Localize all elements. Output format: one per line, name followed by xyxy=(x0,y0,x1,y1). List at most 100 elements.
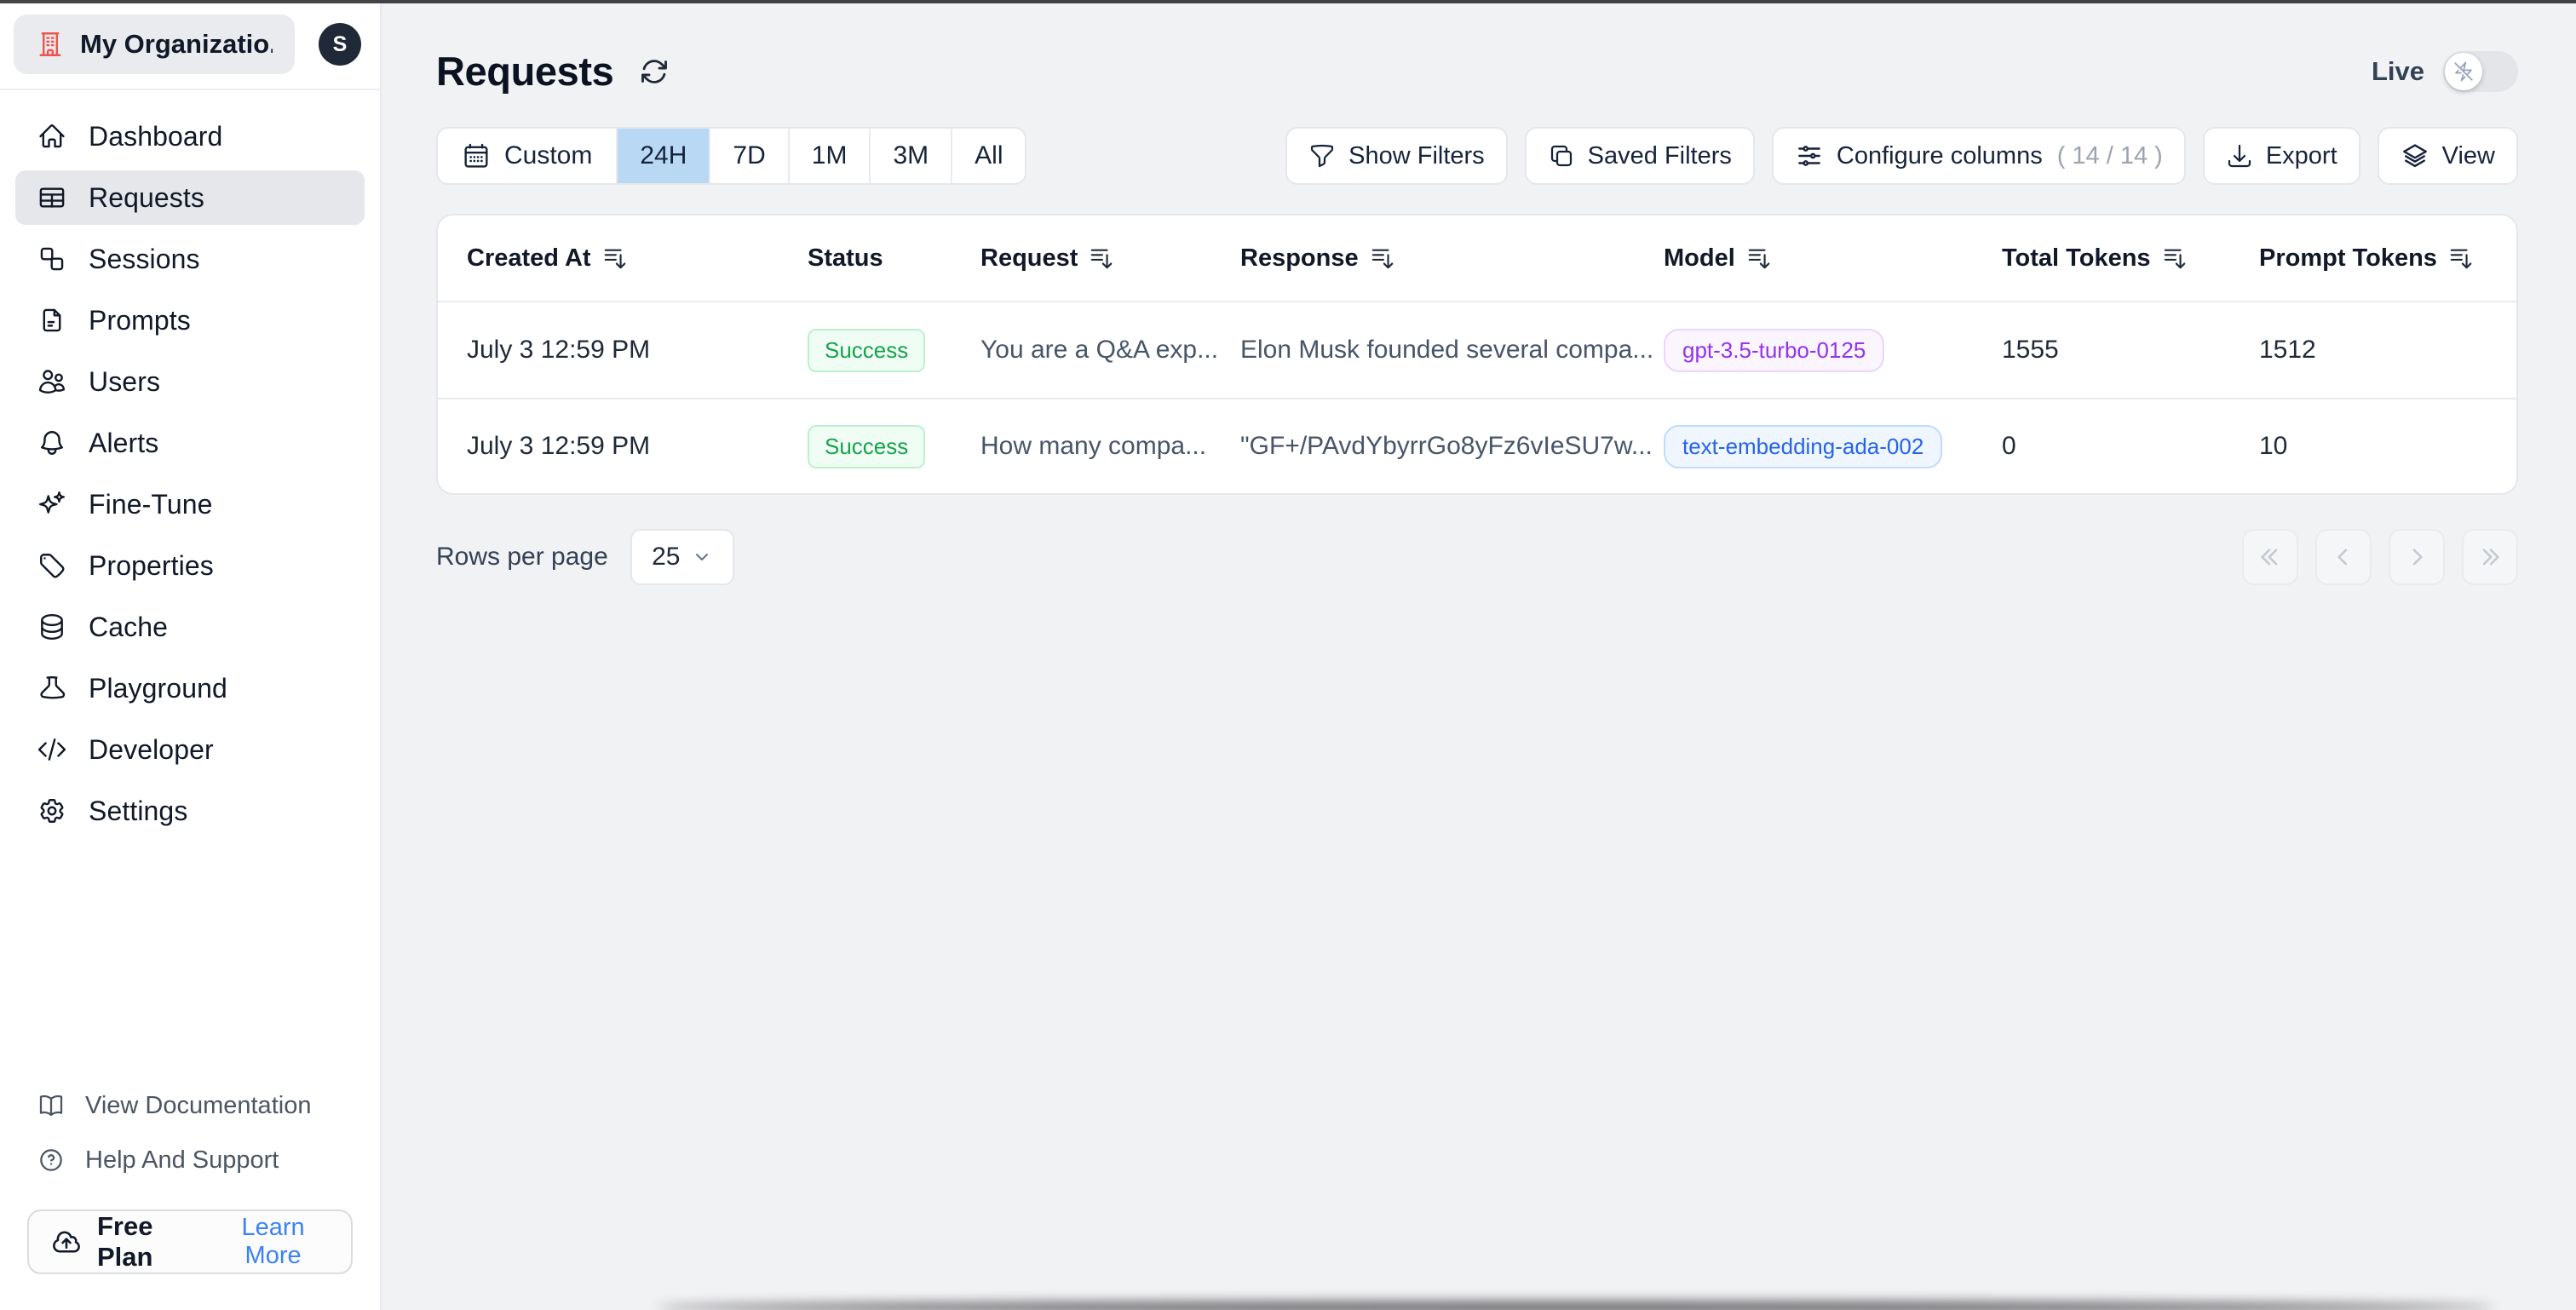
app-window: My Organizatio... S Dashboard Requests S… xyxy=(0,0,2576,1310)
document-icon xyxy=(37,306,66,335)
refresh-button[interactable] xyxy=(639,56,670,87)
live-label: Live xyxy=(2371,55,2424,86)
export-label: Export xyxy=(2265,141,2337,169)
sidebar-item-playground[interactable]: Playground xyxy=(15,661,365,715)
sidebar-item-settings[interactable]: Settings xyxy=(15,784,365,838)
configure-columns-button[interactable]: Configure columns ( 14 / 14 ) xyxy=(1771,127,2186,185)
live-toggle[interactable] xyxy=(2443,50,2518,92)
time-range-all[interactable]: All xyxy=(951,129,1025,183)
sort-icon xyxy=(1370,245,1395,271)
sidebar-item-cache[interactable]: Cache xyxy=(15,600,365,654)
cell-status: Success xyxy=(808,424,980,468)
question-circle-icon xyxy=(37,1146,65,1174)
org-selector[interactable]: My Organizatio... xyxy=(14,14,295,74)
sessions-icon xyxy=(37,244,66,273)
column-label: Prompt Tokens xyxy=(2259,244,2437,272)
export-button[interactable]: Export xyxy=(2202,127,2360,185)
sort-icon xyxy=(1746,245,1772,271)
window-top-edge xyxy=(0,0,2576,3)
view-documentation-link[interactable]: View Documentation xyxy=(15,1078,365,1133)
sidebar-item-label: Cache xyxy=(89,611,168,642)
sidebar-item-fine-tune[interactable]: Fine-Tune xyxy=(15,477,365,531)
time-range-24h[interactable]: 24H xyxy=(616,129,710,183)
column-header-created-at[interactable]: Created At xyxy=(467,244,808,273)
column-header-status[interactable]: Status xyxy=(808,244,980,273)
sidebar-item-developer[interactable]: Developer xyxy=(15,722,365,777)
time-range-custom[interactable]: Custom xyxy=(438,129,616,183)
home-icon xyxy=(37,122,66,151)
sort-icon xyxy=(602,245,628,271)
live-toggle-group: Live xyxy=(2371,50,2518,92)
saved-filters-label: Saved Filters xyxy=(1587,141,1732,169)
table-row[interactable]: July 3 12:59 PM Success How many compa..… xyxy=(438,398,2516,493)
cell-response: "GF+/PAvdYbyrrGo8yFz6vIeSU7w... xyxy=(1240,432,1653,460)
sparkles-icon xyxy=(37,490,66,519)
chevron-double-right-icon xyxy=(2478,545,2502,569)
sidebar-item-alerts[interactable]: Alerts xyxy=(15,416,365,470)
previous-page-button[interactable] xyxy=(2315,529,2372,585)
column-label: Model xyxy=(1664,244,1735,272)
sidebar-item-prompts[interactable]: Prompts xyxy=(15,293,365,348)
chevron-down-icon xyxy=(692,547,712,567)
column-header-model[interactable]: Model xyxy=(1664,244,2002,273)
column-header-prompt-tokens[interactable]: Prompt Tokens xyxy=(2259,244,2516,273)
footer-link-label: Help And Support xyxy=(85,1146,279,1174)
sidebar-item-properties[interactable]: Properties xyxy=(15,538,365,593)
first-page-button[interactable] xyxy=(2242,529,2298,585)
last-page-button[interactable] xyxy=(2462,529,2518,585)
square-stack-icon xyxy=(1548,142,1575,169)
time-range-7d[interactable]: 7D xyxy=(709,129,787,183)
next-page-button[interactable] xyxy=(2389,529,2445,585)
column-header-request[interactable]: Request xyxy=(980,244,1240,273)
sidebar: My Organizatio... S Dashboard Requests S… xyxy=(0,0,382,1310)
model-badge: text-embedding-ada-002 xyxy=(1664,424,1943,468)
sidebar-item-label: Playground xyxy=(89,672,227,704)
chevron-double-left-icon xyxy=(2258,545,2282,569)
avatar[interactable]: S xyxy=(319,23,361,66)
configure-columns-count: ( 14 / 14 ) xyxy=(2056,141,2163,169)
column-label: Response xyxy=(1240,244,1359,272)
pagination-controls xyxy=(2242,529,2518,585)
toolbar: Custom 24H 7D 1M 3M All Show Filters Sav… xyxy=(436,127,2518,185)
requests-table: Created At Status Request Response Model xyxy=(436,214,2518,495)
column-header-response[interactable]: Response xyxy=(1240,244,1664,273)
column-label: Created At xyxy=(467,244,591,272)
sidebar-item-users[interactable]: Users xyxy=(15,354,365,409)
view-label: View xyxy=(2441,141,2495,169)
column-header-total-tokens[interactable]: Total Tokens xyxy=(2002,244,2259,273)
show-filters-label: Show Filters xyxy=(1348,141,1485,169)
sidebar-item-dashboard[interactable]: Dashboard xyxy=(15,109,365,164)
cell-prompt-tokens: 1512 xyxy=(2259,336,2316,364)
time-range-3m[interactable]: 3M xyxy=(869,129,951,183)
sidebar-item-sessions[interactable]: Sessions xyxy=(15,232,365,286)
show-filters-button[interactable]: Show Filters xyxy=(1285,127,1508,185)
status-badge: Success xyxy=(808,424,926,468)
cell-model: gpt-3.5-turbo-0125 xyxy=(1664,328,2002,372)
view-button[interactable]: View xyxy=(2377,127,2518,185)
help-and-support-link[interactable]: Help And Support xyxy=(15,1133,365,1187)
cell-request: How many compa... xyxy=(980,432,1207,460)
rows-per-page-select[interactable]: 25 xyxy=(630,529,734,585)
sidebar-item-requests[interactable]: Requests xyxy=(15,170,365,225)
table-row[interactable]: July 3 12:59 PM Success You are a Q&A ex… xyxy=(438,302,2516,398)
rows-per-page-value: 25 xyxy=(652,543,681,571)
time-range-1m[interactable]: 1M xyxy=(787,129,870,183)
learn-more-link[interactable]: Learn More xyxy=(217,1214,329,1270)
cell-request: You are a Q&A exp... xyxy=(980,336,1219,364)
page-header: Requests Live xyxy=(436,48,2518,95)
code-icon xyxy=(37,735,66,764)
cell-total-tokens: 1555 xyxy=(2002,336,2059,364)
model-badge: gpt-3.5-turbo-0125 xyxy=(1664,328,1885,372)
adjustments-icon xyxy=(1795,141,1824,170)
bell-icon xyxy=(37,428,66,457)
org-header: My Organizatio... S xyxy=(0,0,380,90)
plan-label: Free Plan xyxy=(97,1211,153,1272)
sidebar-item-label: Sessions xyxy=(89,243,200,274)
saved-filters-button[interactable]: Saved Filters xyxy=(1524,127,1755,185)
cell-created-at: July 3 12:59 PM xyxy=(467,432,651,460)
sidebar-item-label: Developer xyxy=(89,733,214,765)
pagination-bar: Rows per page 25 xyxy=(436,529,2518,585)
cell-response: Elon Musk founded several compa... xyxy=(1240,336,1654,364)
status-badge: Success xyxy=(808,328,926,372)
table-header-row: Created At Status Request Response Model xyxy=(438,215,2516,302)
